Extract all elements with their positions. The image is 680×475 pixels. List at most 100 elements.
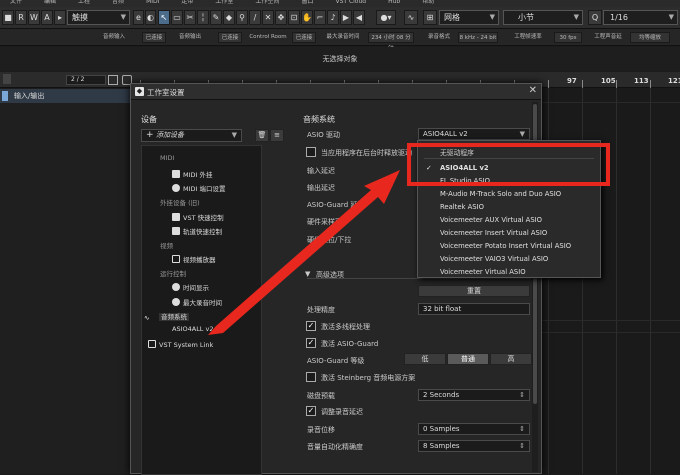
time-warp-icon[interactable]: ⊡ xyxy=(288,10,300,25)
menu-item[interactable]: 帮助 xyxy=(422,0,434,7)
scrub-icon[interactable]: ◀ xyxy=(353,10,365,25)
asio-guard-latency-label: ASIO-Guard 延迟 xyxy=(307,201,365,209)
pointer-icon[interactable]: ↖ xyxy=(158,10,170,25)
tree-item[interactable]: 时间显示 xyxy=(172,282,209,292)
e-icon[interactable]: e xyxy=(133,10,144,25)
adjust-rec-checkbox[interactable]: ✓ xyxy=(306,406,316,416)
multithread-checkbox[interactable]: ✓ xyxy=(306,321,316,331)
tool-button-r[interactable]: R xyxy=(15,10,27,25)
driver-option[interactable]: Voicemeeter Potato Insert Virtual ASIO xyxy=(418,242,600,250)
menu-item[interactable]: VST Cloud xyxy=(335,0,366,7)
menu-item[interactable]: 走带 xyxy=(181,0,193,7)
disk-preload-stepper[interactable]: 2 Seconds ⇕ xyxy=(418,389,530,401)
drumstick-icon[interactable]: ✥ xyxy=(275,10,287,25)
level-normal-button[interactable]: 普通 xyxy=(447,353,489,365)
driver-option[interactable]: Voicemeeter VAIO3 Virtual ASIO xyxy=(418,255,600,263)
link-icon[interactable]: ∿ xyxy=(404,10,418,25)
snap-icon[interactable]: ⊞ xyxy=(423,10,437,25)
quantize-select[interactable]: 1/16 ▼ xyxy=(603,10,678,25)
quantize-icon[interactable]: Q xyxy=(588,10,602,25)
constrain-icon[interactable]: ◐ xyxy=(145,10,156,25)
driver-option[interactable]: Realtek ASIO xyxy=(418,203,600,211)
devices-label: 设备 xyxy=(141,115,157,124)
selection-bar: 无选择对象 xyxy=(0,47,680,71)
menu-item[interactable]: 窗口 xyxy=(301,0,313,7)
tool-button-a[interactable]: A xyxy=(41,10,53,25)
tree-item[interactable]: 最大录音时间 xyxy=(172,297,222,307)
divider xyxy=(307,278,531,279)
driver-option[interactable]: M-Audio M-Track Solo and Duo ASIO xyxy=(418,190,600,198)
tool-button-w[interactable]: W xyxy=(28,10,40,25)
menu-item[interactable]: 编辑 xyxy=(44,0,56,7)
precision-select[interactable]: 32 bit float xyxy=(418,303,530,315)
menu-item[interactable]: Hub xyxy=(388,0,400,7)
rec-offset-stepper[interactable]: 0 Samples ⇕ xyxy=(418,423,530,435)
menu-item[interactable]: 工程 xyxy=(78,0,90,7)
tree-item[interactable]: VST System Link xyxy=(148,340,213,349)
menu-item[interactable]: 文件 xyxy=(10,0,22,7)
tree-item[interactable]: ASIO4ALL v2 xyxy=(172,325,213,333)
zoom-icon[interactable]: ⚲ xyxy=(236,10,248,25)
info-label: 最大录音时间 xyxy=(326,34,360,40)
snap-type-select[interactable]: 网格 ▼ xyxy=(439,10,499,25)
menu-item[interactable]: 工作空间 xyxy=(255,0,279,7)
marker-icon[interactable]: ⌐ xyxy=(314,10,326,25)
automation-mode-select[interactable]: 触摸 ▼ xyxy=(67,10,130,25)
info-value[interactable]: 8 kHz - 24 bit xyxy=(458,32,498,43)
info-value[interactable]: 均等缩放 xyxy=(630,32,670,43)
info-value[interactable]: 234 小时 08 分钟 xyxy=(368,32,414,52)
split-icon[interactable]: ✂ xyxy=(184,10,196,25)
play-icon[interactable]: ▶ xyxy=(340,10,352,25)
advanced-toggle-icon[interactable]: ▼ xyxy=(305,270,310,278)
folder-icon[interactable] xyxy=(108,75,118,85)
stop-icon[interactable]: ■ xyxy=(2,10,14,25)
info-value[interactable]: 已连接 xyxy=(142,32,166,43)
add-track-icon[interactable] xyxy=(3,74,11,84)
hand-icon[interactable]: ✋ xyxy=(301,10,313,25)
tree-item[interactable]: VST 快速控制 xyxy=(172,212,224,222)
mute-icon[interactable]: ✕ xyxy=(262,10,274,25)
info-value[interactable]: 已连接 xyxy=(292,32,316,43)
tree-item[interactable]: 轨道快速控制 xyxy=(172,226,222,236)
auto-precision-stepper[interactable]: 8 Samples ⇕ xyxy=(418,440,530,452)
selection-status: 无选择对象 xyxy=(322,55,358,63)
level-high-button[interactable]: 高 xyxy=(490,353,532,365)
menu-item[interactable]: 工作室 xyxy=(215,0,233,7)
reset-list-icon[interactable]: ≡ xyxy=(270,129,284,142)
trash-icon[interactable]: 🗑 xyxy=(255,129,269,142)
menu-item[interactable]: 音频 xyxy=(112,0,124,7)
level-low-button[interactable]: 低 xyxy=(404,353,446,365)
asio-guard-checkbox[interactable]: ✓ xyxy=(306,338,316,348)
asio-driver-label: ASIO 驱动 xyxy=(307,131,341,139)
info-label: Control Room xyxy=(249,34,287,40)
add-device-select[interactable]: + 添加设备 ▼ xyxy=(141,129,242,142)
range-icon[interactable]: ▭ xyxy=(171,10,183,25)
close-icon[interactable]: ✕ xyxy=(529,85,537,96)
grid-type-select[interactable]: 小节 ▼ xyxy=(503,10,583,25)
info-value[interactable]: 已连接 xyxy=(218,32,242,43)
color-icon[interactable]: ●▾ xyxy=(376,10,396,25)
driver-option[interactable]: Voicemeeter AUX Virtual ASIO xyxy=(418,216,600,224)
tree-item[interactable]: 视频播放器 xyxy=(172,254,216,264)
rec-offset-value: 0 Samples xyxy=(423,425,460,433)
track-row[interactable]: 输入/输出 xyxy=(0,89,134,103)
tree-item[interactable]: MIDI 端口设置 xyxy=(172,183,226,193)
steinberg-power-checkbox[interactable] xyxy=(306,372,316,382)
midi-port-icon xyxy=(172,184,180,192)
return-icon[interactable]: ▸ xyxy=(54,10,66,25)
release-driver-checkbox[interactable] xyxy=(306,147,316,157)
glue-icon[interactable]: ╎ xyxy=(197,10,209,25)
tree-item-label: VST 快速控制 xyxy=(183,214,224,222)
line-icon[interactable]: / xyxy=(249,10,261,25)
driver-option[interactable]: Voicemeeter Virtual ASIO xyxy=(418,268,600,276)
speaker-icon[interactable]: ♪ xyxy=(327,10,339,25)
driver-option[interactable]: Voicemeeter Insert Virtual ASIO xyxy=(418,229,600,237)
erase-icon[interactable]: ◆ xyxy=(223,10,235,25)
draw-icon[interactable]: ✎ xyxy=(210,10,222,25)
asio-driver-select[interactable]: ASIO4ALL v2 ▼ xyxy=(418,128,530,140)
menu-item[interactable]: MIDI xyxy=(146,0,159,7)
info-value[interactable]: 30 fps xyxy=(554,32,582,43)
tree-item[interactable]: ∿ 音频系统 xyxy=(144,311,189,322)
reset-button[interactable]: 重置 xyxy=(418,285,530,297)
tree-item[interactable]: MIDI 外挂 xyxy=(172,169,213,179)
